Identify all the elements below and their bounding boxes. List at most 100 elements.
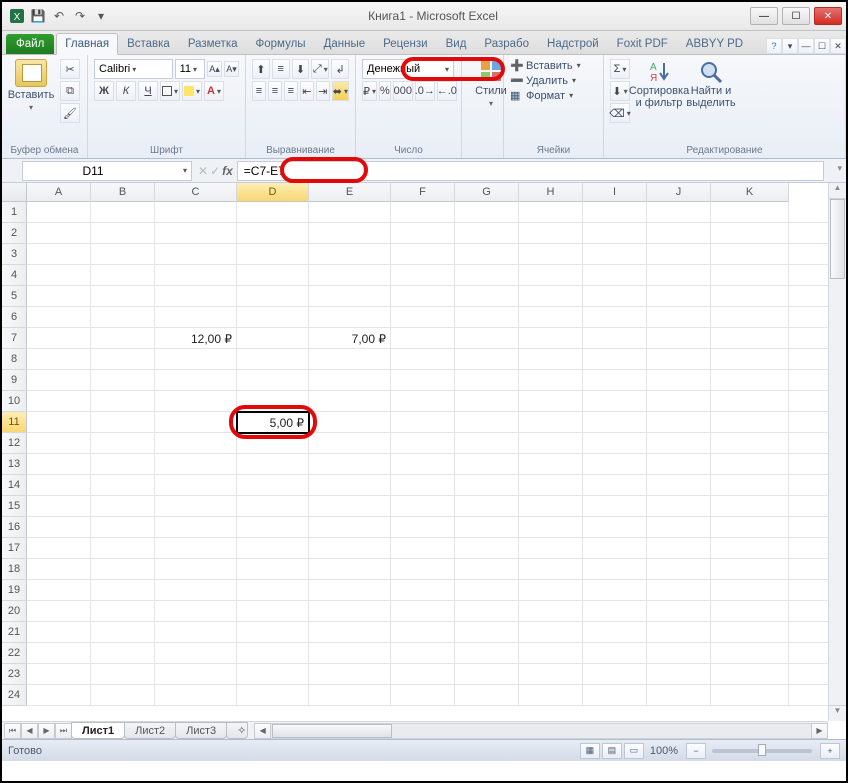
cell-A24[interactable] xyxy=(27,685,91,706)
scroll-up-icon[interactable]: ▲ xyxy=(829,183,846,199)
cell-A9[interactable] xyxy=(27,370,91,391)
tab-addins[interactable]: Надстрой xyxy=(538,33,608,54)
cell-C22[interactable] xyxy=(155,643,237,664)
align-center-button[interactable]: ≡ xyxy=(268,81,282,101)
cell-C16[interactable] xyxy=(155,517,237,538)
cell-B11[interactable] xyxy=(91,412,155,433)
cell-C5[interactable] xyxy=(155,286,237,307)
cell-A11[interactable] xyxy=(27,412,91,433)
cell-D13[interactable] xyxy=(237,454,309,475)
cell-K14[interactable] xyxy=(711,475,789,496)
cell-H11[interactable] xyxy=(519,412,583,433)
cell-G1[interactable] xyxy=(455,202,519,223)
cell-D10[interactable] xyxy=(237,391,309,412)
cell-C11[interactable] xyxy=(155,412,237,433)
cell-C2[interactable] xyxy=(155,223,237,244)
vertical-scrollbar[interactable]: ▲ ▼ xyxy=(828,183,846,721)
cell-H23[interactable] xyxy=(519,664,583,685)
increase-decimal-button[interactable]: .0→ xyxy=(415,81,435,101)
fill-button[interactable]: ⬇▾ xyxy=(610,81,630,101)
cell-H10[interactable] xyxy=(519,391,583,412)
name-box-input[interactable] xyxy=(23,164,163,178)
cell-K6[interactable] xyxy=(711,307,789,328)
paste-button[interactable]: Вставить ▾ xyxy=(8,59,54,112)
cell-E12[interactable] xyxy=(309,433,391,454)
cell-I23[interactable] xyxy=(583,664,647,685)
cell-B2[interactable] xyxy=(91,223,155,244)
cell-D22[interactable] xyxy=(237,643,309,664)
cell-G10[interactable] xyxy=(455,391,519,412)
cell-G13[interactable] xyxy=(455,454,519,475)
cell-A14[interactable] xyxy=(27,475,91,496)
cell-H21[interactable] xyxy=(519,622,583,643)
currency-button[interactable]: ₽▾ xyxy=(362,81,377,101)
cell-D5[interactable] xyxy=(237,286,309,307)
cell-J15[interactable] xyxy=(647,496,711,517)
enter-formula-icon[interactable]: ✓ xyxy=(210,164,220,178)
sheet-tab-3[interactable]: Лист3 xyxy=(175,722,227,739)
wrap-text-button[interactable]: ↲ xyxy=(331,59,349,79)
cell-A21[interactable] xyxy=(27,622,91,643)
increase-indent-button[interactable]: ⇥ xyxy=(316,81,330,101)
decrease-decimal-button[interactable]: ←.0 xyxy=(437,81,457,101)
file-tab[interactable]: Файл xyxy=(6,34,54,54)
cell-B18[interactable] xyxy=(91,559,155,580)
minimize-button[interactable]: — xyxy=(750,7,778,25)
cell-A22[interactable] xyxy=(27,643,91,664)
underline-button[interactable]: Ч xyxy=(138,81,158,101)
cell-C24[interactable] xyxy=(155,685,237,706)
cell-J19[interactable] xyxy=(647,580,711,601)
cell-G21[interactable] xyxy=(455,622,519,643)
row-header-15[interactable]: 15 xyxy=(2,496,27,517)
cell-A4[interactable] xyxy=(27,265,91,286)
cell-I13[interactable] xyxy=(583,454,647,475)
sheet-nav-next[interactable]: ▶ xyxy=(38,723,55,739)
cell-K21[interactable] xyxy=(711,622,789,643)
cell-J17[interactable] xyxy=(647,538,711,559)
cell-B7[interactable] xyxy=(91,328,155,349)
row-header-2[interactable]: 2 xyxy=(2,223,27,244)
cell-D23[interactable] xyxy=(237,664,309,685)
maximize-button[interactable]: ☐ xyxy=(782,7,810,25)
cell-A1[interactable] xyxy=(27,202,91,223)
cell-C13[interactable] xyxy=(155,454,237,475)
cell-J22[interactable] xyxy=(647,643,711,664)
cell-I1[interactable] xyxy=(583,202,647,223)
cell-C12[interactable] xyxy=(155,433,237,454)
row-header-9[interactable]: 9 xyxy=(2,370,27,391)
row-header-1[interactable]: 1 xyxy=(2,202,27,223)
cell-C23[interactable] xyxy=(155,664,237,685)
cell-J14[interactable] xyxy=(647,475,711,496)
row-header-18[interactable]: 18 xyxy=(2,559,27,580)
cancel-formula-icon[interactable]: ✕ xyxy=(198,164,208,178)
cell-H4[interactable] xyxy=(519,265,583,286)
cell-H18[interactable] xyxy=(519,559,583,580)
select-all-corner[interactable] xyxy=(2,183,27,202)
cell-A23[interactable] xyxy=(27,664,91,685)
cell-D11[interactable]: 5,00 ₽ xyxy=(237,412,309,433)
cell-K24[interactable] xyxy=(711,685,789,706)
tab-formulas[interactable]: Формулы xyxy=(247,33,315,54)
format-cells-button[interactable]: ▦Формат▾ xyxy=(510,89,597,102)
cell-F15[interactable] xyxy=(391,496,455,517)
align-middle-button[interactable]: ≡ xyxy=(272,59,290,79)
row-header-20[interactable]: 20 xyxy=(2,601,27,622)
cell-E15[interactable] xyxy=(309,496,391,517)
cell-K2[interactable] xyxy=(711,223,789,244)
cell-E1[interactable] xyxy=(309,202,391,223)
cell-E13[interactable] xyxy=(309,454,391,475)
cell-A19[interactable] xyxy=(27,580,91,601)
cell-A13[interactable] xyxy=(27,454,91,475)
tab-insert[interactable]: Вставка xyxy=(118,33,179,54)
cell-A16[interactable] xyxy=(27,517,91,538)
zoom-in-button[interactable]: + xyxy=(820,743,840,759)
cell-G2[interactable] xyxy=(455,223,519,244)
row-header-19[interactable]: 19 xyxy=(2,580,27,601)
cell-E20[interactable] xyxy=(309,601,391,622)
cell-A7[interactable] xyxy=(27,328,91,349)
row-header-23[interactable]: 23 xyxy=(2,664,27,685)
cell-H12[interactable] xyxy=(519,433,583,454)
cell-C1[interactable] xyxy=(155,202,237,223)
border-button[interactable]: ▾ xyxy=(160,81,180,101)
cell-H14[interactable] xyxy=(519,475,583,496)
